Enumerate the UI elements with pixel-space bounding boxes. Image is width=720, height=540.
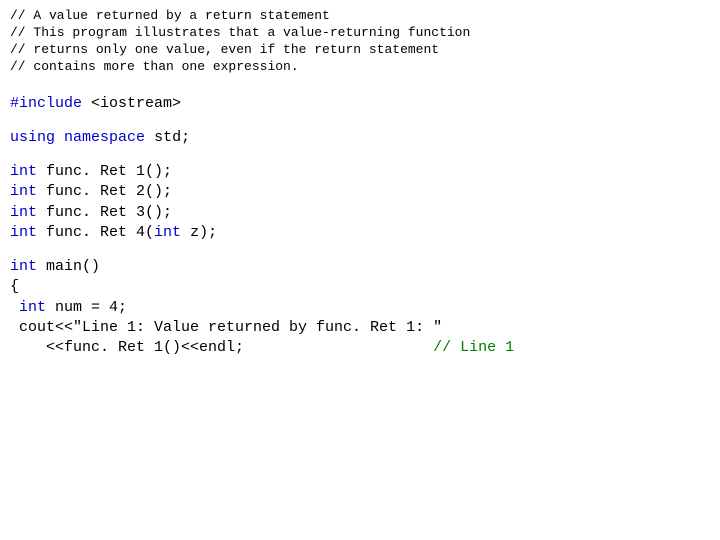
int-keyword: int [10,204,37,221]
inline-comment: // Line 1 [433,339,514,356]
namespace-name: std [154,129,181,146]
header-name: iostream [100,95,172,112]
comment-line-3: // returns only one value, even if the r… [10,42,710,59]
cout-line-2-code: <<func. Ret 1()<<endl; [10,339,244,356]
proto-4-b: z); [181,224,217,241]
proto-1-text: func. Ret 1(); [37,163,172,180]
header-comment-block: // A value returned by a return statemen… [10,8,710,76]
cout-line-2: <<func. Ret 1()<<endl; // Line 1 [10,338,710,358]
proto-3-text: func. Ret 3(); [37,204,172,221]
proto-2: int func. Ret 2(); [10,182,710,202]
include-keyword: #include [10,95,82,112]
proto-4: int func. Ret 4(int z); [10,223,710,243]
main-block: int main() { int num = 4; cout<<"Line 1:… [10,257,710,358]
comment-line-2: // This program illustrates that a value… [10,25,710,42]
comment-line-1: // A value returned by a return statemen… [10,8,710,25]
include-line: #include <iostream> [10,94,710,114]
int-keyword: int [10,224,37,241]
int-keyword-param: int [154,224,181,241]
using-keyword: using [10,129,55,146]
namespace-keyword: namespace [64,129,145,146]
int-keyword: int [10,163,37,180]
proto-4-a: func. Ret 4( [37,224,154,241]
main-decl: main() [37,258,100,275]
cout-line-1: cout<<"Line 1: Value returned by func. R… [10,318,710,338]
main-decl-line: int main() [10,257,710,277]
proto-2-text: func. Ret 2(); [37,183,172,200]
num-decl-rest: num = 4; [46,299,127,316]
space [55,129,64,146]
prototypes-block: int func. Ret 1(); int func. Ret 2(); in… [10,162,710,243]
semicolon: ; [181,129,190,146]
indent [10,299,19,316]
gap [244,339,433,356]
int-keyword: int [10,183,37,200]
num-decl-line: int num = 4; [10,298,710,318]
proto-3: int func. Ret 3(); [10,203,710,223]
proto-1: int func. Ret 1(); [10,162,710,182]
int-keyword: int [19,299,46,316]
angle-close: > [172,95,181,112]
using-line: using namespace std; [10,128,710,148]
space [145,129,154,146]
int-keyword: int [10,258,37,275]
brace-open: { [10,277,710,297]
comment-line-4: // contains more than one expression. [10,59,710,76]
angle-open: < [82,95,100,112]
